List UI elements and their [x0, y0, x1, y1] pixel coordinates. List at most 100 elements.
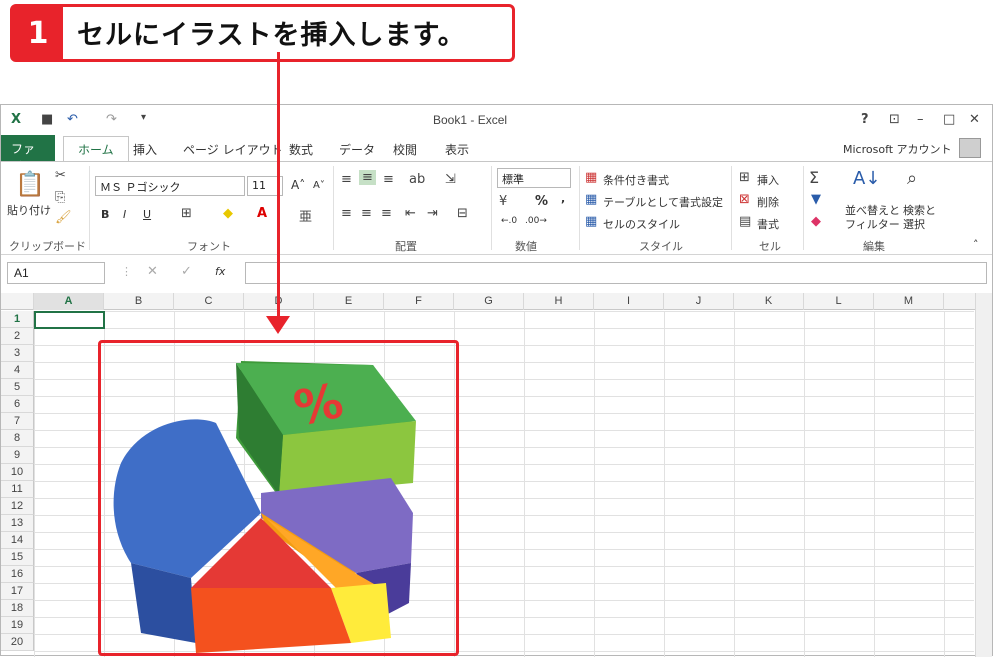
row-header-20[interactable]: 20	[1, 634, 34, 651]
cell-styles-icon[interactable]: ▦	[585, 214, 597, 229]
format-as-table-button[interactable]: テーブルとして書式設定	[603, 194, 723, 210]
tab-insert[interactable]: 挿入	[125, 139, 165, 161]
align-center-icon[interactable]: ≡	[361, 206, 372, 221]
delete-cells-button[interactable]: 削除	[757, 194, 779, 210]
row-header-4[interactable]: 4	[1, 362, 34, 379]
delete-cells-icon[interactable]: ⊠	[739, 192, 750, 207]
row-header-19[interactable]: 19	[1, 617, 34, 634]
row-header-12[interactable]: 12	[1, 498, 34, 515]
column-header-h[interactable]: H	[524, 293, 594, 310]
select-all-corner[interactable]	[1, 293, 34, 310]
tab-home[interactable]: ホーム	[63, 136, 129, 162]
column-header-i[interactable]: I	[594, 293, 664, 310]
row-header-10[interactable]: 10	[1, 464, 34, 481]
percent-button[interactable]: %	[535, 194, 548, 209]
currency-icon[interactable]: ¥	[499, 194, 507, 209]
align-top-icon[interactable]: ≡	[341, 172, 352, 187]
account-menu[interactable]: Microsoft アカウント	[835, 139, 960, 161]
format-cells-icon[interactable]: ▤	[739, 214, 751, 229]
row-header-11[interactable]: 11	[1, 481, 34, 498]
align-middle-icon[interactable]: ≡	[359, 170, 376, 185]
row-header-3[interactable]: 3	[1, 345, 34, 362]
italic-button[interactable]: I	[123, 208, 126, 221]
comma-icon[interactable]: ,	[561, 192, 565, 205]
row-header-5[interactable]: 5	[1, 379, 34, 396]
enter-icon[interactable]: ✓	[181, 264, 192, 279]
close-icon[interactable]: ✕	[969, 112, 980, 127]
column-header-m[interactable]: M	[874, 293, 944, 310]
row-header-14[interactable]: 14	[1, 532, 34, 549]
align-right-icon[interactable]: ≡	[381, 206, 392, 221]
wrap-text-icon[interactable]: ⇲	[445, 172, 456, 187]
row-header-1[interactable]: 1	[1, 311, 34, 328]
decrease-indent-icon[interactable]: ⇤	[405, 206, 416, 221]
filter-button[interactable]: フィルター	[845, 216, 900, 232]
tab-view[interactable]: 表示	[437, 139, 477, 161]
row-header-6[interactable]: 6	[1, 396, 34, 413]
font-name-select[interactable]: ＭＳ Ｐゴシック	[95, 176, 245, 196]
border-icon[interactable]: ⊞	[181, 206, 192, 221]
insert-function-icon[interactable]: fx	[215, 265, 225, 278]
paste-button[interactable]: 貼り付け	[7, 202, 51, 218]
avatar[interactable]	[959, 138, 981, 158]
undo-icon[interactable]: ↶	[67, 112, 78, 127]
vertical-scrollbar[interactable]	[975, 293, 992, 657]
active-cell-a1[interactable]	[34, 311, 105, 329]
customize-qat-icon[interactable]: ▾	[141, 112, 146, 123]
row-header-7[interactable]: 7	[1, 413, 34, 430]
number-format-select[interactable]: 標準	[497, 168, 571, 188]
tab-file[interactable]: ファイル	[1, 135, 55, 173]
column-header-l[interactable]: L	[804, 293, 874, 310]
row-header-18[interactable]: 18	[1, 600, 34, 617]
orientation-icon[interactable]: ab	[409, 172, 425, 187]
formula-input[interactable]	[245, 262, 987, 284]
minimize-icon[interactable]: –	[917, 112, 924, 127]
column-header-j[interactable]: J	[664, 293, 734, 310]
row-header-13[interactable]: 13	[1, 515, 34, 532]
cancel-icon[interactable]: ✕	[147, 264, 158, 279]
find-select-icon[interactable]: ⌕	[907, 168, 917, 189]
merge-center-icon[interactable]: ⊟	[457, 206, 468, 221]
row-header-16[interactable]: 16	[1, 566, 34, 583]
conditional-format-icon[interactable]: ▦	[585, 170, 597, 185]
row-header-2[interactable]: 2	[1, 328, 34, 345]
column-header-f[interactable]: F	[384, 293, 454, 310]
autosum-icon[interactable]: Σ	[809, 168, 819, 187]
format-as-table-icon[interactable]: ▦	[585, 192, 597, 207]
restore-icon[interactable]: □	[943, 112, 955, 127]
insert-cells-icon[interactable]: ⊞	[739, 170, 750, 185]
fill-icon[interactable]: ▼	[811, 192, 821, 207]
row-header-9[interactable]: 9	[1, 447, 34, 464]
align-left-icon[interactable]: ≡	[341, 206, 352, 221]
sort-filter-icon[interactable]: A↓	[853, 168, 880, 189]
row-header-17[interactable]: 17	[1, 583, 34, 600]
help-icon[interactable]: ?	[861, 112, 869, 127]
underline-button[interactable]: U	[143, 208, 151, 221]
bold-button[interactable]: B	[101, 208, 109, 221]
phonetic-icon[interactable]: 亜	[299, 206, 312, 225]
conditional-format-button[interactable]: 条件付き書式	[603, 172, 669, 188]
clear-icon[interactable]: ◆	[811, 214, 821, 229]
decrease-font-icon[interactable]: A˅	[313, 180, 325, 191]
fill-color-icon[interactable]: ◆	[223, 206, 233, 221]
column-header-c[interactable]: C	[174, 293, 244, 310]
ribbon-display-icon[interactable]: ⊡	[889, 112, 900, 127]
tab-formulas[interactable]: 数式	[281, 139, 321, 161]
column-header-k[interactable]: K	[734, 293, 804, 310]
decrease-decimal-icon[interactable]: .00→	[525, 216, 547, 226]
font-color-icon[interactable]: A	[257, 206, 267, 221]
tab-data[interactable]: データ	[331, 139, 383, 161]
insert-cells-button[interactable]: 挿入	[757, 172, 779, 188]
collapse-ribbon-icon[interactable]: ˄	[973, 238, 979, 251]
increase-font-icon[interactable]: A˄	[291, 178, 305, 192]
align-bottom-icon[interactable]: ≡	[383, 172, 394, 187]
tab-review[interactable]: 校閲	[385, 139, 425, 161]
name-box[interactable]: A1	[7, 262, 105, 284]
increase-decimal-icon[interactable]: ←.0	[501, 216, 517, 226]
format-painter-icon[interactable]: 🖌	[55, 210, 72, 225]
column-header-a[interactable]: A	[34, 293, 104, 310]
redo-icon[interactable]: ↷	[106, 112, 117, 127]
select-button[interactable]: 選択	[903, 216, 925, 232]
inserted-illustration[interactable]: %	[98, 340, 459, 656]
format-cells-button[interactable]: 書式	[757, 216, 779, 232]
